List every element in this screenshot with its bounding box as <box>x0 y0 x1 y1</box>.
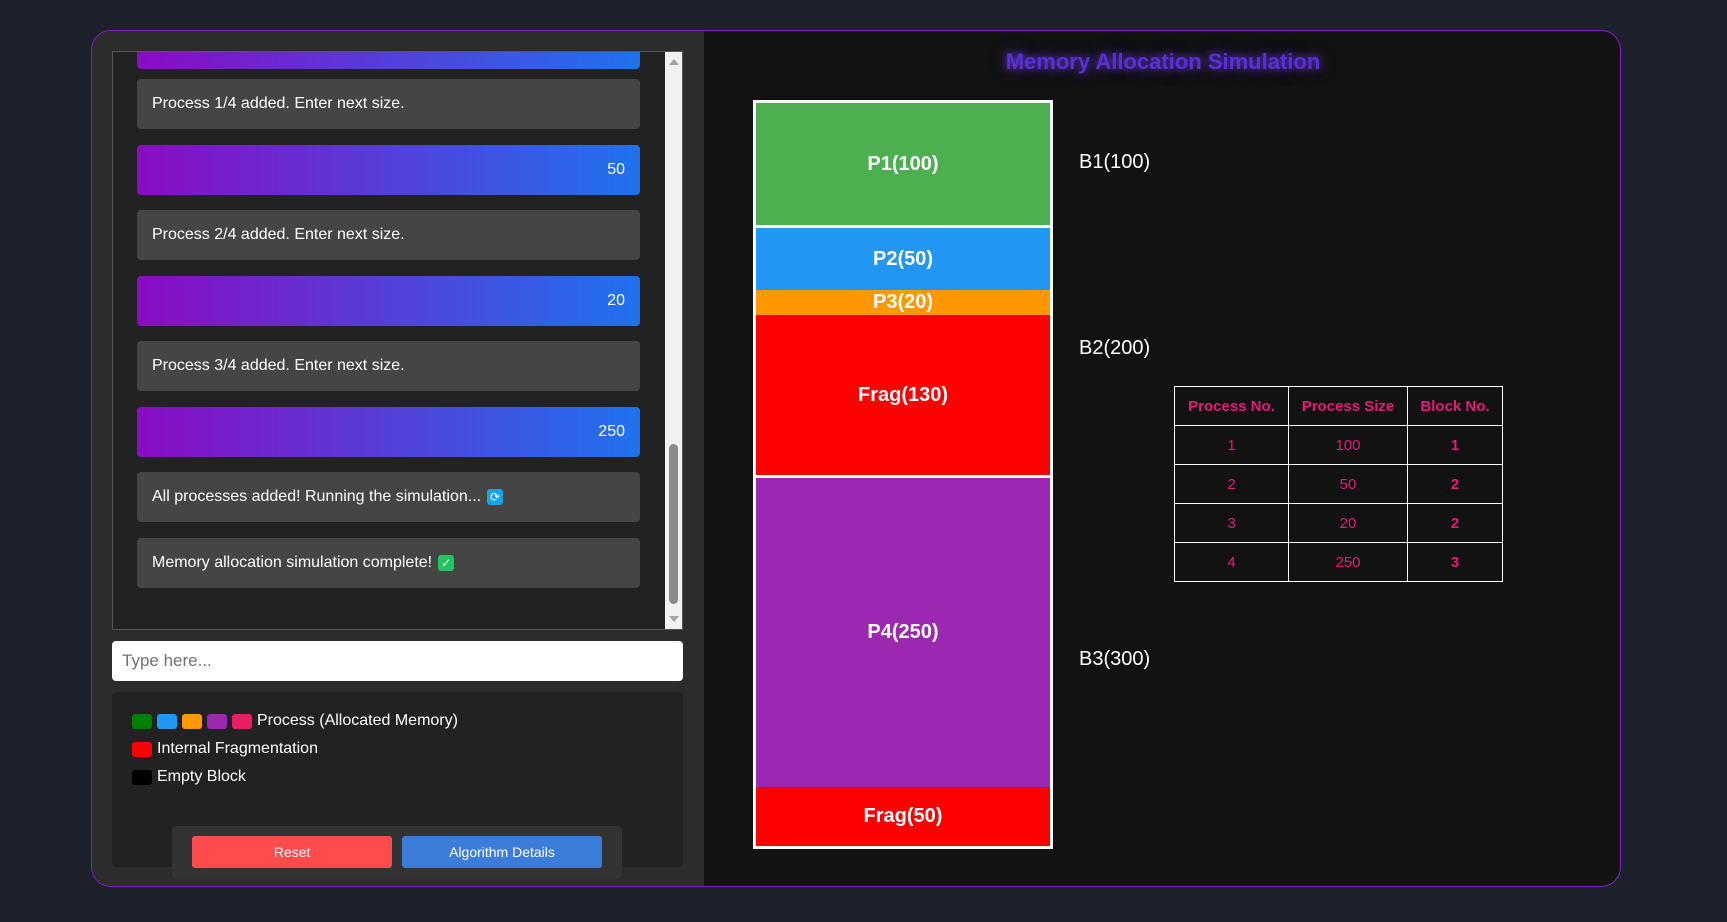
header-block-no: Block No. <box>1407 386 1503 426</box>
cell-block-no: 2 <box>1407 464 1503 504</box>
message-text: Process 2/4 added. Enter next size. <box>152 226 405 243</box>
chat-message-user: 20 <box>137 276 640 326</box>
legend-frag: Internal Fragmentation <box>132 740 318 758</box>
legend-swatch-red <box>132 741 152 757</box>
chat-message-bot: All processes added! Running the simulat… <box>137 472 640 522</box>
segment-p2: P2(50) <box>756 228 1050 290</box>
legend-swatch-orange <box>182 713 202 729</box>
scroll-thumb[interactable] <box>669 444 678 604</box>
memory-diagram: P1(100) P2(50) P3(20) Frag(130) P4(250) … <box>753 100 1053 849</box>
legend-swatch-black <box>132 769 152 785</box>
segment-p3: P3(20) <box>756 290 1050 315</box>
message-text: 20 <box>607 292 625 309</box>
legend-process: Process (Allocated Memory) <box>132 712 458 730</box>
header-process-no: Process No. <box>1174 386 1289 426</box>
check-emoji-icon: ✓ <box>438 555 455 571</box>
legend-empty: Empty Block <box>132 768 246 786</box>
message-text: All processes added! Running the simulat… <box>152 488 482 505</box>
block-label-b3: B3(300) <box>1079 648 1151 670</box>
chat-log[interactable]: Process 1/4 added. Enter next size. 50 P… <box>112 51 683 630</box>
chat-message-user: 250 <box>137 407 640 457</box>
table-row: 2 50 2 <box>1174 464 1503 504</box>
cell-process-size: 50 <box>1288 464 1408 504</box>
page-title: Memory Allocation Simulation <box>1005 49 1321 74</box>
cell-process-size: 250 <box>1288 542 1408 582</box>
segment-frag-b2: Frag(130) <box>756 315 1050 475</box>
cell-process-size: 20 <box>1288 503 1408 543</box>
refresh-emoji-icon: ⟳ <box>487 489 504 505</box>
legend-swatch-pink <box>232 713 252 729</box>
legend-panel: Process (Allocated Memory) Internal Frag… <box>112 692 683 879</box>
chat-message-bot: Process 1/4 added. Enter next size. <box>137 79 640 129</box>
chat-message-bot: Process 3/4 added. Enter next size. <box>137 341 640 391</box>
chat-message-bot: Process 2/4 added. Enter next size. <box>137 210 640 260</box>
app-container: Process 1/4 added. Enter next size. 50 P… <box>91 30 1621 887</box>
segment-p4: P4(250) <box>756 478 1050 787</box>
reset-button[interactable]: Reset <box>192 836 392 868</box>
segment-p1: P1(100) <box>756 103 1050 225</box>
cell-process-no: 2 <box>1174 464 1289 504</box>
chat-scrollbar[interactable] <box>665 52 682 629</box>
message-text: 250 <box>598 423 625 440</box>
message-text: Memory allocation simulation complete! <box>152 554 433 571</box>
legend-swatch-green <box>132 713 152 729</box>
chat-input[interactable] <box>112 641 683 681</box>
segment-frag-b3: Frag(50) <box>756 787 1050 846</box>
cell-block-no: 3 <box>1407 542 1503 582</box>
block-label-b1: B1(100) <box>1079 151 1151 173</box>
cell-process-no: 3 <box>1174 503 1289 543</box>
allocation-table: Process No. Process Size Block No. 1 100… <box>1174 386 1503 582</box>
message-text: Process 1/4 added. Enter next size. <box>152 95 405 112</box>
chat-message-bot: Memory allocation simulation complete! ✓ <box>137 538 640 588</box>
chat-message-user: 50 <box>137 145 640 195</box>
scroll-down-arrow-icon[interactable] <box>669 616 679 622</box>
left-panel: Process 1/4 added. Enter next size. 50 P… <box>92 31 704 886</box>
cell-process-no: 4 <box>1174 542 1289 582</box>
button-bar: Reset Algorithm Details <box>172 826 622 879</box>
message-text: 50 <box>607 161 625 178</box>
block-label-b2: B2(200) <box>1079 337 1151 359</box>
table-header-row: Process No. Process Size Block No. <box>1174 386 1503 426</box>
table-row: 4 250 3 <box>1174 542 1503 582</box>
message-text: Process 3/4 added. Enter next size. <box>152 357 405 374</box>
legend-swatch-blue <box>157 713 177 729</box>
cell-block-no: 1 <box>1407 425 1503 465</box>
legend-frag-label: Internal Fragmentation <box>157 740 318 757</box>
header-process-size: Process Size <box>1288 386 1408 426</box>
cell-block-no: 2 <box>1407 503 1503 543</box>
legend-process-label: Process (Allocated Memory) <box>257 712 458 729</box>
scroll-up-arrow-icon[interactable] <box>669 59 679 65</box>
algorithm-details-button[interactable]: Algorithm Details <box>402 836 602 868</box>
table-row: 1 100 1 <box>1174 425 1503 465</box>
legend-empty-label: Empty Block <box>157 768 246 785</box>
chat-message-user <box>137 52 640 69</box>
legend-swatch-purple <box>207 713 227 729</box>
table-row: 3 20 2 <box>1174 503 1503 543</box>
cell-process-size: 100 <box>1288 425 1408 465</box>
cell-process-no: 1 <box>1174 425 1289 465</box>
